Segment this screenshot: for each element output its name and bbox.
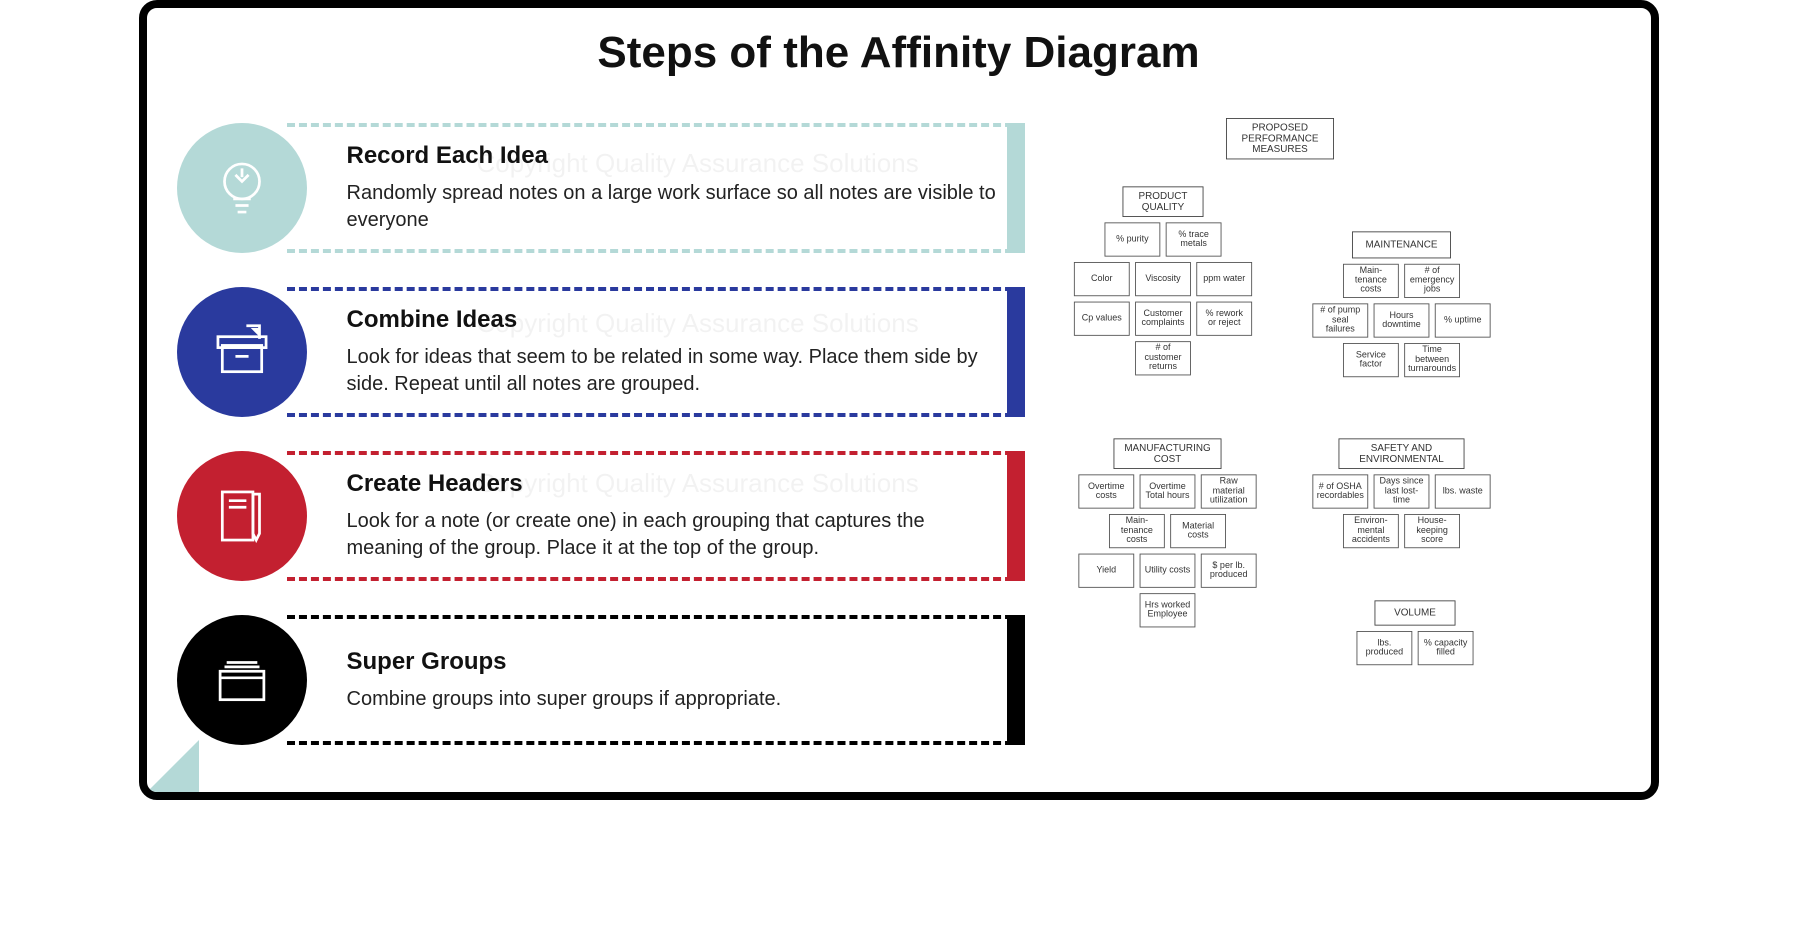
step-title: Record Each Idea xyxy=(347,142,1001,170)
example-root: PROPOSED PERFORMANCE MEASURES xyxy=(1226,118,1334,159)
example-cell: # of pump seal failures xyxy=(1312,303,1368,337)
page-title: Steps of the Affinity Diagram xyxy=(177,28,1621,78)
example-cell: Main-tenance costs xyxy=(1343,264,1399,298)
example-cell: % uptime xyxy=(1435,303,1491,337)
group-header: MANUFACTURING COST xyxy=(1113,438,1221,469)
group-header: PRODUCT QUALITY xyxy=(1122,186,1203,217)
example-cell: House-keeping score xyxy=(1404,514,1460,548)
example-cell: % capacity filled xyxy=(1418,631,1474,665)
example-diagram: PROPOSED PERFORMANCE MEASURES PRODUCT QU… xyxy=(1055,118,1621,750)
example-cell: Environ-mental accidents xyxy=(1343,514,1399,548)
folder-stack-icon xyxy=(177,615,307,745)
example-cell: # of OSHA recordables xyxy=(1312,474,1368,508)
step-desc: Randomly spread notes on a large work su… xyxy=(347,180,1001,234)
example-cell: Cp values xyxy=(1074,302,1130,336)
example-cell: Main-tenance costs xyxy=(1109,514,1165,548)
example-cell: # of customer returns xyxy=(1135,341,1191,375)
example-cell: Overtime costs xyxy=(1078,474,1134,508)
example-cell: Yield xyxy=(1078,554,1134,588)
step-box: Super Groups Combine groups into super g… xyxy=(287,615,1025,745)
step-super-groups: Super Groups Combine groups into super g… xyxy=(177,610,1025,750)
example-cell: Hrs worked Employee xyxy=(1140,593,1196,627)
example-cell: Material costs xyxy=(1170,514,1226,548)
step-desc: Combine groups into super groups if appr… xyxy=(347,686,1001,713)
example-cell: Overtime Total hours xyxy=(1140,474,1196,508)
example-cell: $ per lb. produced xyxy=(1201,554,1257,588)
example-cell: lbs. waste xyxy=(1435,474,1491,508)
content-row: Record Each Idea Randomly spread notes o… xyxy=(177,118,1621,750)
example-cell: Hours downtime xyxy=(1374,303,1430,337)
group-header: VOLUME xyxy=(1374,600,1455,625)
slide-frame: Steps of the Affinity Diagram Record Eac… xyxy=(139,0,1659,800)
step-create-headers: Create Headers Look for a note (or creat… xyxy=(177,446,1025,586)
archive-box-icon xyxy=(177,287,307,417)
example-cell: % trace metals xyxy=(1166,222,1222,256)
step-combine-ideas: Combine Ideas Look for ideas that seem t… xyxy=(177,282,1025,422)
example-cell: Raw material utilization xyxy=(1201,474,1257,508)
example-cell: Utility costs xyxy=(1140,554,1196,588)
example-cell: Days since last lost-time xyxy=(1374,474,1430,508)
notebook-icon xyxy=(177,451,307,581)
step-desc: Look for ideas that seem to be related i… xyxy=(347,344,1001,398)
step-record-each-idea: Record Each Idea Randomly spread notes o… xyxy=(177,118,1025,258)
step-desc: Look for a note (or create one) in each … xyxy=(347,508,1001,562)
example-cell: Service factor xyxy=(1343,343,1399,377)
example-cell: # of emergency jobs xyxy=(1404,264,1460,298)
lightbulb-icon xyxy=(177,123,307,253)
steps-list: Record Each Idea Randomly spread notes o… xyxy=(177,118,1025,750)
example-cell: Time between turnarounds xyxy=(1404,343,1460,377)
corner-accent xyxy=(139,740,199,800)
example-cell: Color xyxy=(1074,262,1130,296)
group-header: MAINTENANCE xyxy=(1352,231,1451,258)
example-cell: lbs. produced xyxy=(1356,631,1412,665)
example-cell: ppm water xyxy=(1196,262,1252,296)
step-title: Create Headers xyxy=(347,470,1001,498)
example-cell: Customer complaints xyxy=(1135,302,1191,336)
example-cell: % rework or reject xyxy=(1196,302,1252,336)
step-box: Create Headers Look for a note (or creat… xyxy=(287,451,1025,581)
example-cell: Viscosity xyxy=(1135,262,1191,296)
step-title: Super Groups xyxy=(347,648,1001,676)
group-header: SAFETY AND ENVIRONMENTAL xyxy=(1338,438,1464,469)
example-cell: % purity xyxy=(1104,222,1160,256)
step-title: Combine Ideas xyxy=(347,306,1001,334)
step-box: Combine Ideas Look for ideas that seem t… xyxy=(287,287,1025,417)
step-box: Record Each Idea Randomly spread notes o… xyxy=(287,123,1025,253)
